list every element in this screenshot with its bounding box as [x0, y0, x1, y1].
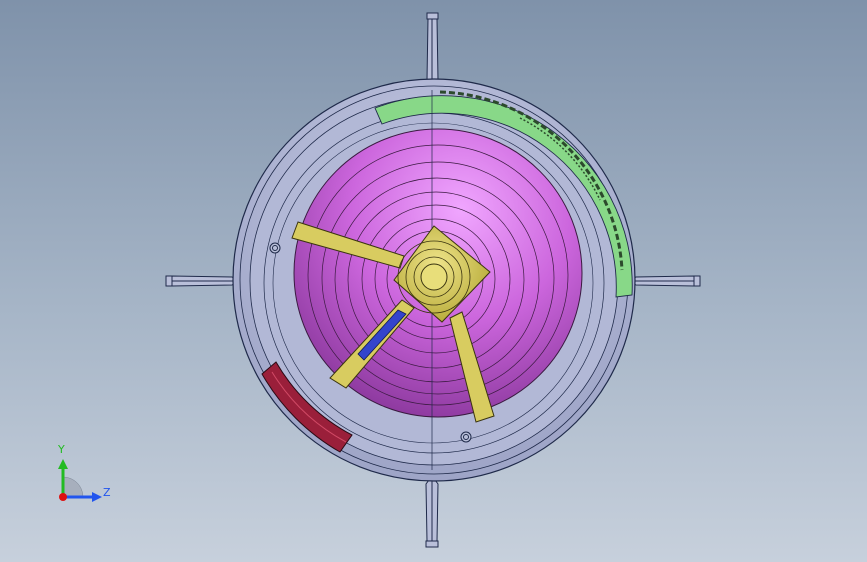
triad-y-label: Y — [58, 443, 65, 456]
triad-y-arrow — [58, 459, 68, 469]
triad-x-origin — [59, 493, 67, 501]
fin-bottom[interactable] — [425, 475, 439, 548]
triad-z-label: Z — [103, 486, 111, 499]
hub-center[interactable] — [420, 263, 448, 291]
triad-z-arrow — [92, 492, 102, 502]
shell-boss-bottom — [460, 431, 472, 443]
fin-left[interactable] — [165, 275, 239, 287]
shell-boss-left — [269, 242, 281, 254]
cad-model-view[interactable] — [0, 0, 867, 562]
triad-plane-icon — [62, 476, 84, 498]
fin-right[interactable] — [629, 275, 701, 287]
orientation-triad[interactable] — [52, 455, 108, 511]
fin-top[interactable] — [426, 12, 439, 87]
cad-viewport[interactable]: Y Z — [0, 0, 867, 562]
